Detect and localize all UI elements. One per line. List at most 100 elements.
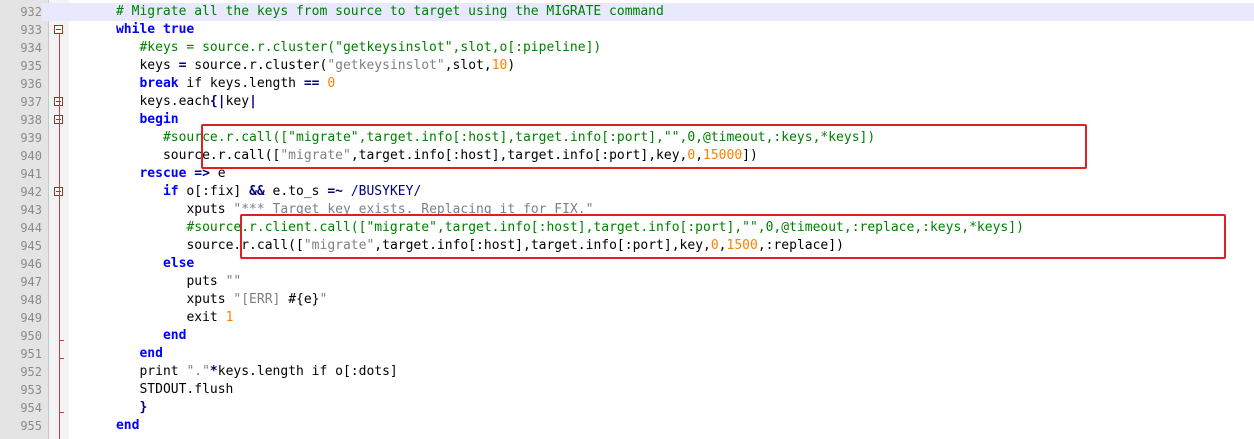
line-number: 948 xyxy=(20,293,42,307)
code-text[interactable]: xputs "[ERR] #{e}" xyxy=(186,291,327,309)
code-token: " xyxy=(319,292,328,307)
code-token: keys.length if o[:dots] xyxy=(217,364,398,379)
red-highlight-box xyxy=(201,124,1087,169)
code-token: xputs xyxy=(186,202,234,217)
code-token: * xyxy=(209,364,218,379)
code-line[interactable]: 950 end xyxy=(0,327,1254,345)
code-line[interactable]: 953 STDOUT.flush xyxy=(0,381,1254,399)
line-number: 954 xyxy=(20,401,42,415)
fold-toggle-icon[interactable] xyxy=(54,25,63,34)
code-token: puts xyxy=(186,274,226,289)
code-token: ,slot, xyxy=(444,58,492,73)
code-token: break xyxy=(139,76,179,91)
code-text[interactable]: if o[:fix] && e.to_s =~ /BUSYKEY/ xyxy=(163,183,421,201)
code-token: o[:fix] xyxy=(178,184,250,199)
code-text[interactable]: end xyxy=(116,417,139,435)
line-number: 951 xyxy=(20,347,42,361)
code-token: if xyxy=(162,184,179,199)
line-number: 955 xyxy=(20,419,42,433)
code-token: end xyxy=(115,418,140,433)
fold-end-tick-icon xyxy=(59,412,64,413)
line-number: 936 xyxy=(20,77,42,91)
code-token: while xyxy=(115,22,156,37)
line-number: 941 xyxy=(20,167,42,181)
code-line[interactable]: 954} xyxy=(0,399,1254,417)
code-token: 0 xyxy=(327,76,336,91)
code-line[interactable]: 949 exit 1 xyxy=(0,309,1254,327)
code-text[interactable]: break if keys.length == 0 xyxy=(139,75,335,93)
code-line[interactable]: 951 end xyxy=(0,345,1254,363)
code-token: end xyxy=(139,346,163,361)
code-text[interactable]: keys = source.r.cluster("getkeysinslot",… xyxy=(139,57,515,75)
code-token: source.r.cluster( xyxy=(186,58,328,73)
code-line[interactable]: 936 break if keys.length == 0 xyxy=(0,75,1254,93)
code-token: keys xyxy=(139,58,179,73)
line-number: 938 xyxy=(20,113,42,127)
fold-guide-line xyxy=(59,34,60,439)
code-line[interactable]: 932 # Migrate all the keys from source to… xyxy=(0,3,1254,21)
code-text[interactable]: end xyxy=(163,327,186,345)
code-token: "[ERR] xyxy=(233,292,289,307)
code-line[interactable]: 942 if o[:fix] && e.to_s =~ /BUSYKEY/ xyxy=(0,183,1254,201)
code-token: else xyxy=(162,256,195,271)
code-token: keys.each xyxy=(139,94,210,109)
code-token: "." xyxy=(186,364,210,379)
red-highlight-box xyxy=(240,214,1226,259)
code-line[interactable]: 947 puts "" xyxy=(0,273,1254,291)
fold-end-tick-icon xyxy=(59,358,64,359)
code-token: =~ xyxy=(327,184,343,199)
code-token: && xyxy=(249,184,265,199)
code-line[interactable]: 952 print "."*keys.length if o[:dots] xyxy=(0,363,1254,381)
line-number: 939 xyxy=(20,131,42,145)
code-text[interactable]: keys.each{|key| xyxy=(139,93,256,111)
line-number: 935 xyxy=(20,59,42,73)
code-text[interactable]: begin xyxy=(139,111,178,129)
code-token: xputs xyxy=(186,292,234,307)
code-text[interactable]: # Migrate all the keys from source to ta… xyxy=(116,3,664,21)
code-token: | xyxy=(249,94,257,109)
code-text[interactable]: end xyxy=(139,345,162,363)
line-number: 947 xyxy=(20,275,42,289)
code-text[interactable]: #keys = source.r.cluster("getkeysinslot"… xyxy=(139,39,601,57)
fold-end-tick-icon xyxy=(59,340,64,341)
line-number: 952 xyxy=(20,365,42,379)
code-token: if keys.length xyxy=(178,76,304,91)
code-token: /BUSYKEY/ xyxy=(350,184,422,199)
code-token: key xyxy=(225,94,250,109)
code-token: {| xyxy=(209,94,226,109)
code-token: e.to_s xyxy=(264,184,328,199)
code-token: true xyxy=(162,22,195,37)
code-line[interactable]: 937 keys.each{|key| xyxy=(0,93,1254,111)
line-number: 950 xyxy=(20,329,42,343)
code-token: == xyxy=(303,76,320,91)
line-number: 945 xyxy=(20,239,42,253)
code-token: # Migrate all the keys from source to ta… xyxy=(115,4,664,19)
code-token: STDOUT.flush xyxy=(139,382,234,397)
code-text[interactable]: while true xyxy=(116,21,194,39)
code-token: rescue xyxy=(139,166,187,181)
code-text[interactable]: STDOUT.flush xyxy=(139,381,233,399)
code-editor[interactable]: 932 # Migrate all the keys from source to… xyxy=(0,0,1254,439)
code-token: "" xyxy=(225,274,242,289)
code-token: #{e} xyxy=(288,292,320,307)
code-line[interactable]: 935 keys = source.r.cluster("getkeysinslo… xyxy=(0,57,1254,75)
line-number: 934 xyxy=(20,41,42,55)
code-line[interactable]: 933 while true xyxy=(0,21,1254,39)
code-text[interactable]: exit 1 xyxy=(186,309,233,327)
code-token: ) xyxy=(507,58,516,73)
code-line[interactable]: 934 #keys = source.r.cluster("getkeysinsl… xyxy=(0,39,1254,57)
code-line[interactable]: 948 xputs "[ERR] #{e}" xyxy=(0,291,1254,309)
line-number: 942 xyxy=(20,185,42,199)
line-number: 937 xyxy=(20,95,42,109)
line-number: 943 xyxy=(20,203,42,217)
code-token: print xyxy=(139,364,187,379)
code-text[interactable]: } xyxy=(139,399,147,417)
line-number: 946 xyxy=(20,257,42,271)
code-text[interactable]: else xyxy=(163,255,194,273)
code-text[interactable]: puts "" xyxy=(186,273,241,291)
code-text[interactable]: print "."*keys.length if o[:dots] xyxy=(139,363,397,381)
code-token: 1 xyxy=(225,310,234,325)
code-line[interactable]: 955 end xyxy=(0,417,1254,435)
